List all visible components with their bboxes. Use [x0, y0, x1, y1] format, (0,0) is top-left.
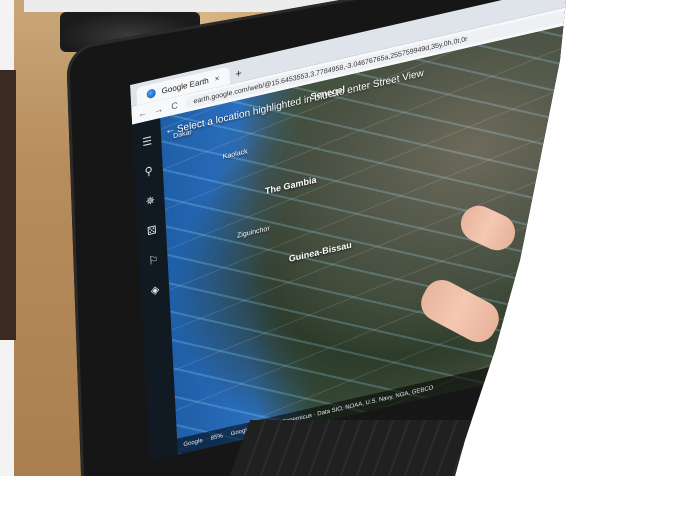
place-label[interactable]: Kaolack: [223, 148, 248, 161]
google-brand: Google: [183, 437, 203, 449]
menu-icon[interactable]: ☰: [139, 131, 156, 150]
street-view-back-icon[interactable]: ←: [164, 123, 176, 137]
dice-icon[interactable]: ⚄: [143, 220, 160, 239]
zoom-level: 85%: [210, 433, 223, 443]
map-controls: ◍ ◉ ◎ ● ◆: [510, 319, 600, 353]
laptop-keyboard: [229, 420, 481, 476]
projects-icon[interactable]: ⚐: [145, 250, 162, 269]
doorframe: [0, 70, 16, 340]
map-control-button[interactable]: ◍: [510, 336, 525, 353]
tab-close-button[interactable]: ×: [214, 73, 219, 83]
google-earth-logo-icon: [146, 87, 156, 99]
map-control-button[interactable]: ◎: [548, 327, 562, 344]
reload-icon[interactable]: C: [169, 100, 180, 112]
map-control-button[interactable]: ◉: [529, 332, 543, 348]
laptop-screen: Google Earth × + ← → C earth.google.com/…: [130, 0, 600, 461]
map-control-button[interactable]: ●: [567, 323, 581, 339]
back-icon[interactable]: ←: [137, 107, 148, 119]
search-icon[interactable]: ⚲: [140, 161, 157, 180]
map-control-button[interactable]: ◆: [586, 319, 600, 335]
place-label[interactable]: Ziguinchor: [237, 225, 270, 239]
place-label[interactable]: The Gambia: [265, 175, 317, 197]
voyager-icon[interactable]: ✵: [142, 191, 159, 210]
place-label[interactable]: Guinea-Bissau: [289, 240, 352, 264]
layers-icon[interactable]: ◈: [147, 280, 164, 299]
forward-icon[interactable]: →: [153, 103, 164, 116]
photo: Google Earth × + ← → C earth.google.com/…: [0, 0, 600, 476]
